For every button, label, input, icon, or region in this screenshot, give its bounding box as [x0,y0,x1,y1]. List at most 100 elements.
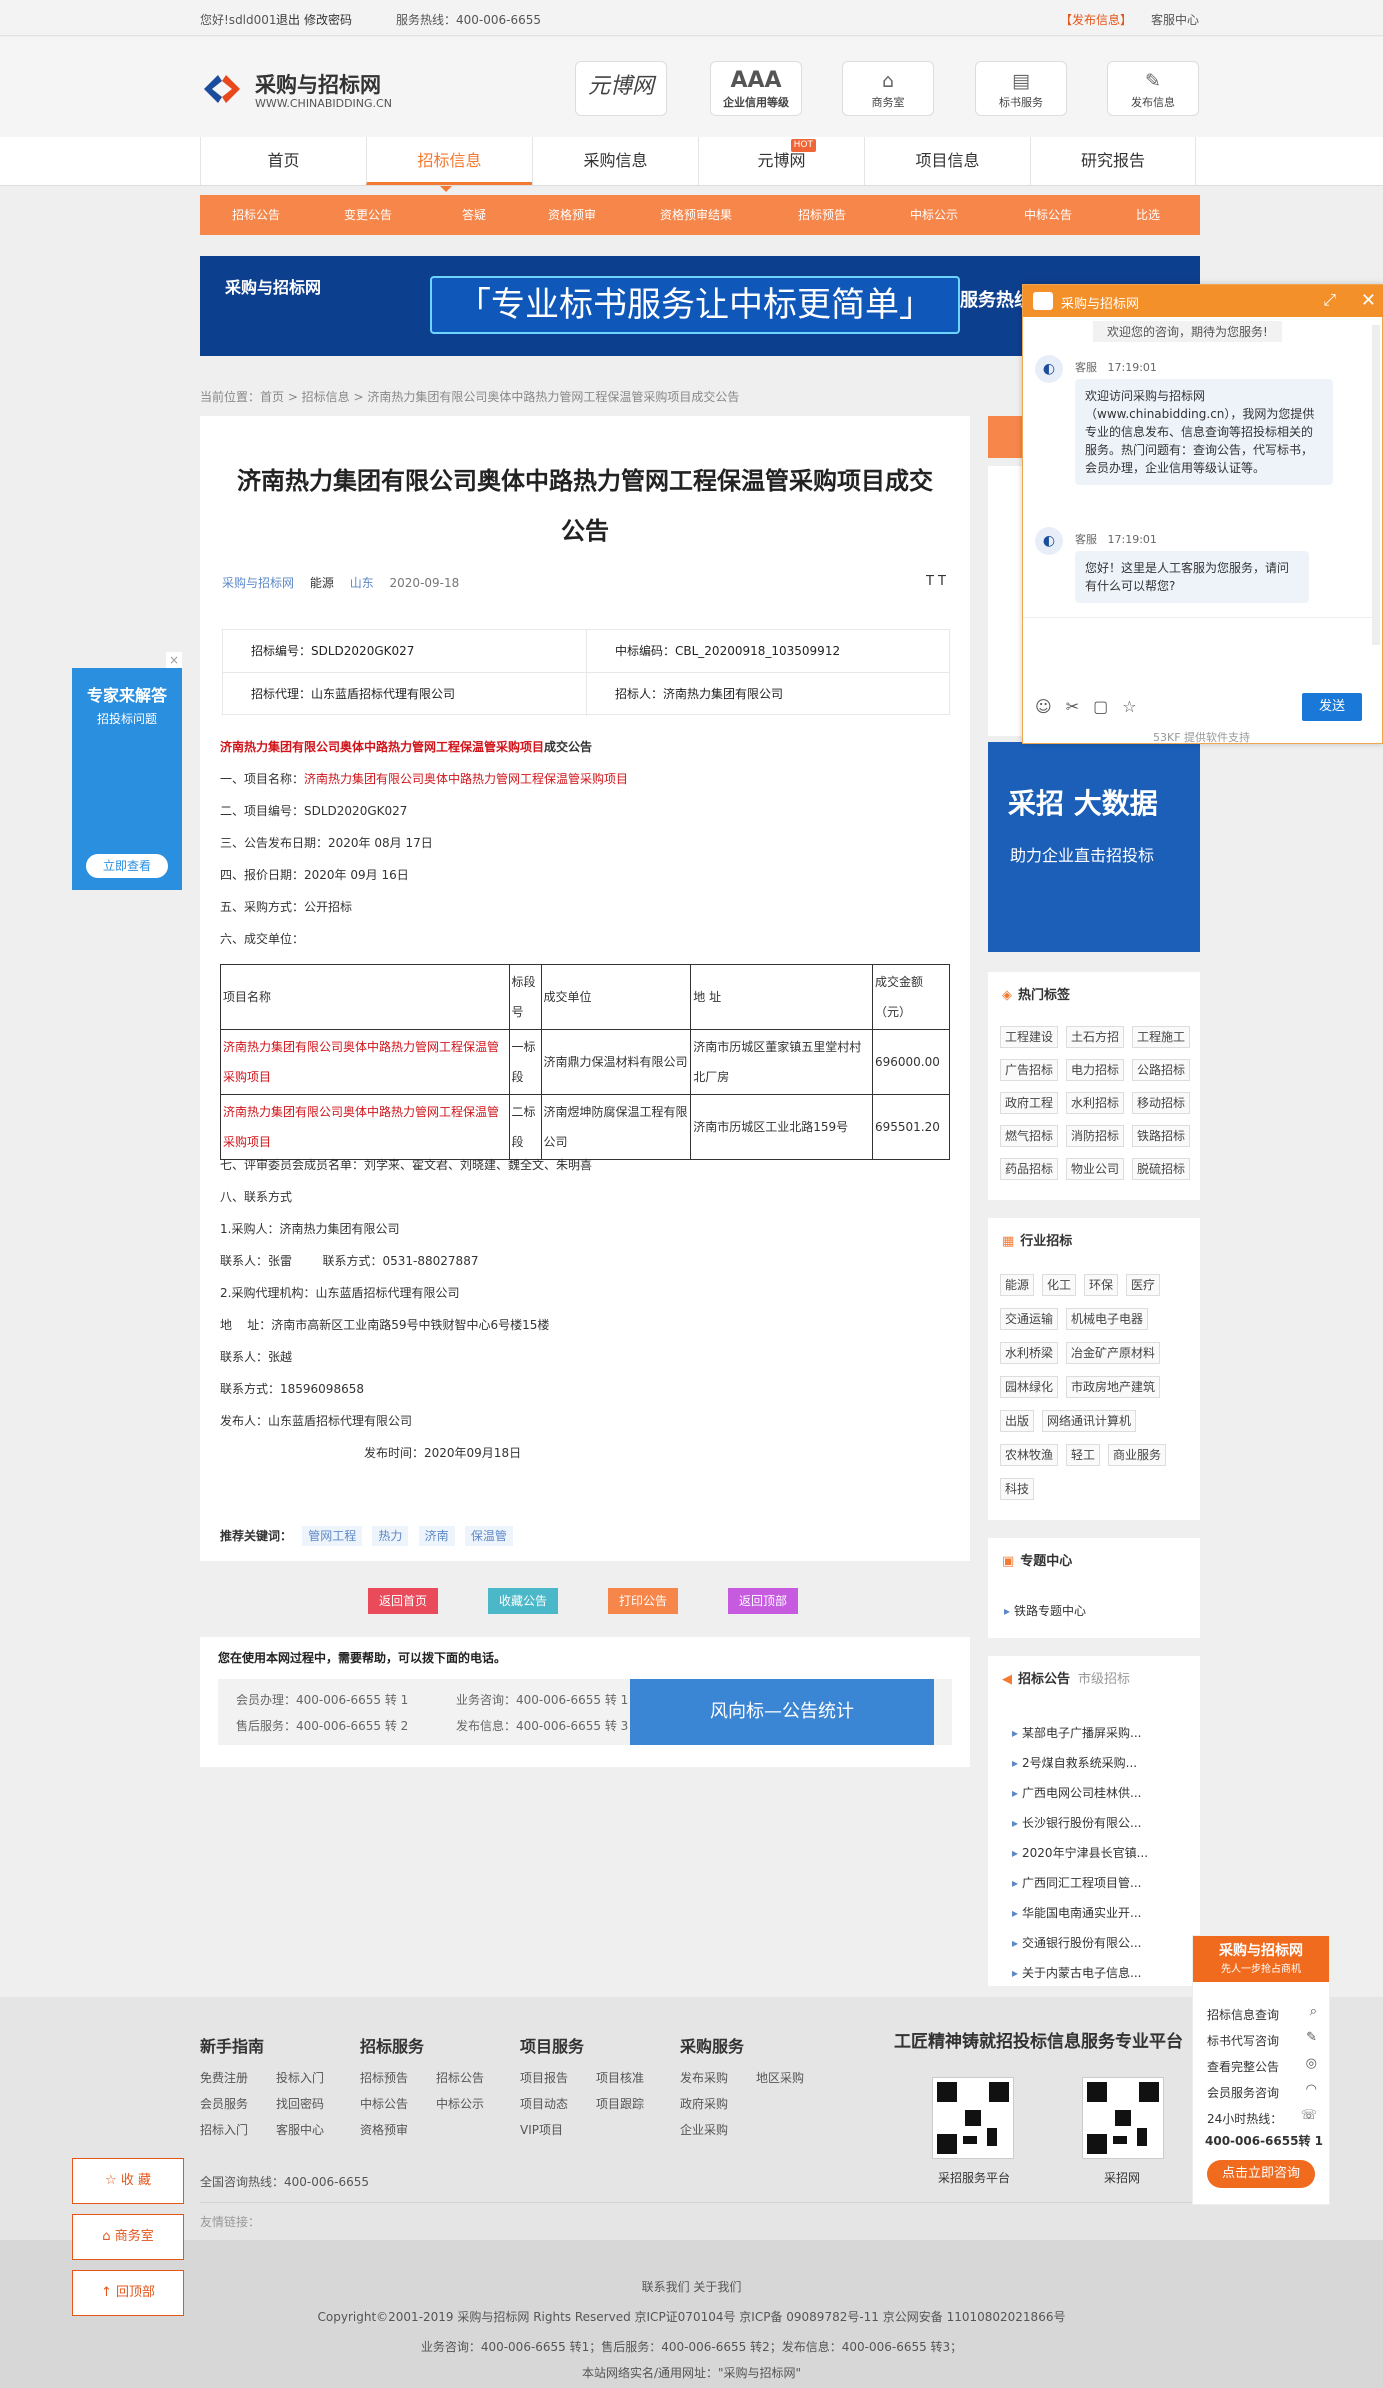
hot-tag[interactable]: 物业公司 [1066,1158,1125,1180]
nav-purchase-info[interactable]: 采购信息 [532,137,698,185]
industry-tag[interactable]: 医疗 [1126,1274,1161,1296]
maximize-icon[interactable]: ⤢ [1323,290,1336,310]
star-icon[interactable]: ☆ [1122,697,1150,716]
nav-tender-info[interactable]: 招标信息 [366,137,532,185]
industry-tag[interactable]: 科技 [1000,1478,1035,1500]
hot-tag[interactable]: 脱硫招标 [1132,1158,1191,1180]
folder-icon[interactable]: ▢ [1093,697,1122,716]
hot-tag[interactable]: 土石方招 [1066,1026,1125,1048]
change-password-link[interactable]: 修改密码 [304,11,352,28]
subnav-item[interactable]: 招标预告 [766,195,878,235]
footer-link[interactable]: 招标预告 [360,2069,408,2086]
industry-tag[interactable]: 能源 [1000,1274,1035,1296]
footer-link[interactable]: 发布采购 [680,2069,728,2086]
hot-tag[interactable]: 政府工程 [1000,1092,1059,1114]
credit-level-button[interactable]: AAA 企业信用等级 [710,61,802,116]
hot-tag[interactable]: 铁路招标 [1132,1125,1191,1147]
font-size-toggle[interactable]: T T [926,574,946,589]
topic-item[interactable]: 铁路专题中心 [1004,1602,1086,1619]
subnav-item[interactable]: 招标公告 [200,195,312,235]
keyword-tag[interactable]: 保温管 [464,1526,513,1546]
hot-tag[interactable]: 燃气招标 [1000,1125,1059,1147]
subnav-item[interactable]: 资格预审 [516,195,628,235]
nav-project-info[interactable]: 项目信息 [864,137,1030,185]
chat-scrollbar[interactable] [1372,325,1380,645]
about-links[interactable]: 联系我们 关于我们 [0,2278,1383,2295]
back-top-button[interactable]: 返回顶部 [728,1588,798,1614]
industry-tag[interactable]: 水利桥梁 [1000,1342,1059,1364]
subnav-item[interactable]: 中标公示 [878,195,990,235]
footer-link[interactable]: 会员服务 [200,2095,248,2112]
hot-tag[interactable]: 广告招标 [1000,1059,1059,1081]
consult-item[interactable]: 查看完整公告 [1207,2058,1279,2075]
close-icon[interactable]: ✕ [1361,290,1376,311]
nav-yuanbo[interactable]: 元博网 HOT [698,137,864,185]
footer-link[interactable]: 项目核准 [596,2069,644,2086]
footer-link[interactable]: 政府采购 [680,2095,728,2112]
favorite-float-button[interactable]: ☆ 收 藏 [72,2158,184,2204]
industry-tag[interactable]: 商业服务 [1108,1444,1167,1466]
notice-item[interactable]: 关于内蒙古电子信息... [1012,1964,1141,1981]
notice-item[interactable]: 交通银行股份有限公... [1012,1934,1141,1951]
industry-tag[interactable]: 市政房地产建筑 [1066,1376,1161,1398]
hot-tag[interactable]: 移动招标 [1132,1092,1191,1114]
subnav-item[interactable]: 答疑 [418,195,530,235]
footer-link[interactable]: 企业采购 [680,2121,728,2138]
footer-link[interactable]: 项目跟踪 [596,2095,644,2112]
industry-tag[interactable]: 网络通讯计算机 [1042,1410,1137,1432]
yuanbo-button[interactable]: 元博网 [575,61,667,116]
footer-link[interactable]: 投标入门 [276,2069,324,2086]
industry-tag[interactable]: 环保 [1084,1274,1119,1296]
back-home-button[interactable]: 返回首页 [368,1588,438,1614]
meta-source[interactable]: 采购与招标网 [222,576,294,590]
notice-item[interactable]: 华能国电南通实业开... [1012,1904,1141,1921]
footer-link[interactable]: 找回密码 [276,2095,324,2112]
meta-region[interactable]: 山东 [350,576,374,590]
big-data-banner[interactable]: 采招 大数据 助力企业直击招投标 [988,742,1200,952]
industry-tag[interactable]: 交通运输 [1000,1308,1059,1330]
notice-item[interactable]: 广西同汇工程项目管... [1012,1874,1141,1891]
emoji-icon[interactable]: ☺ [1035,697,1066,716]
notice-item[interactable]: 广西电网公司桂林供... [1012,1784,1141,1801]
keyword-tag[interactable]: 济南 [418,1526,455,1546]
footer-link[interactable]: 项目报告 [520,2069,568,2086]
ad-close-icon[interactable]: × [166,652,182,668]
keyword-tag[interactable]: 热力 [372,1526,409,1546]
consult-now-button[interactable]: 点击立即咨询 [1207,2160,1315,2188]
logout-link[interactable]: 退出 [276,11,300,28]
industry-tag[interactable]: 化工 [1042,1274,1077,1296]
service-center-link[interactable]: 客服中心 [1151,11,1199,28]
industry-tag[interactable]: 出版 [1000,1410,1035,1432]
site-logo[interactable]: 采购与招标网 WWW.CHINABIDDING.CN [200,67,400,117]
footer-link[interactable]: 项目动态 [520,2095,568,2112]
footer-link[interactable]: VIP项目 [520,2121,563,2138]
consult-item[interactable]: 标书代写咨询 [1207,2032,1279,2049]
industry-tag[interactable]: 农林牧渔 [1000,1444,1059,1466]
hot-tag[interactable]: 工程建设 [1000,1026,1059,1048]
top-float-button[interactable]: ↑ 回顶部 [72,2270,184,2316]
footer-link[interactable]: 招标公告 [436,2069,484,2086]
hot-tag[interactable]: 工程施工 [1132,1026,1191,1048]
footer-link[interactable]: 资格预审 [360,2121,408,2138]
notice-sub-tab[interactable]: 市级招标 [1078,1672,1130,1687]
subnav-item[interactable]: 中标公告 [992,195,1104,235]
footer-link[interactable]: 中标公告 [360,2095,408,2112]
nav-home[interactable]: 首页 [200,137,366,185]
hot-tag[interactable]: 电力招标 [1066,1059,1125,1081]
business-office-button[interactable]: ⌂ 商务室 [842,61,934,116]
notice-item[interactable]: 某部电子广播屏采购... [1012,1724,1141,1741]
keyword-tag[interactable]: 管网工程 [302,1526,363,1546]
office-float-button[interactable]: ⌂ 商务室 [72,2214,184,2260]
scissors-icon[interactable]: ✂ [1066,697,1093,716]
chat-input[interactable] [1023,617,1374,687]
notice-item[interactable]: 长沙银行股份有限公... [1012,1814,1141,1831]
print-notice-button[interactable]: 打印公告 [608,1588,678,1614]
notice-item[interactable]: 2号煤自救系统采购... [1012,1754,1137,1771]
notice-item[interactable]: 2020年宁津县长官镇... [1012,1844,1148,1861]
consult-item[interactable]: 招标信息查询 [1207,2006,1279,2023]
bid-service-button[interactable]: ▤ 标书服务 [975,61,1067,116]
nav-research-report[interactable]: 研究报告 [1030,137,1196,185]
footer-link[interactable]: 地区采购 [756,2069,804,2086]
favorite-notice-button[interactable]: 收藏公告 [488,1588,558,1614]
footer-link[interactable]: 免费注册 [200,2069,248,2086]
